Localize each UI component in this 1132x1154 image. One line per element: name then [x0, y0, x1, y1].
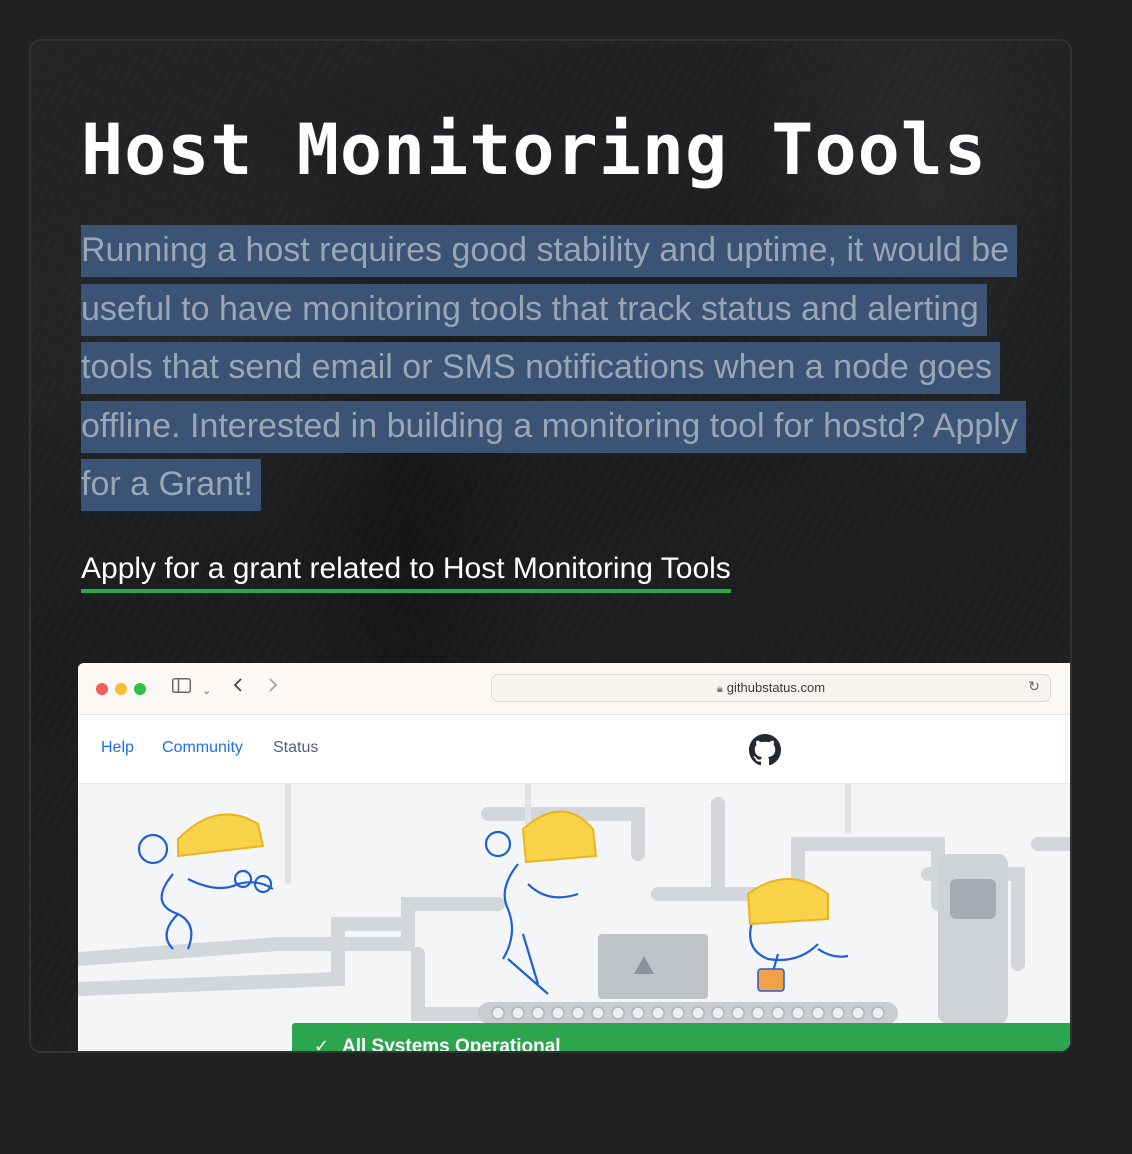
- card-description: Running a host requires good stability a…: [81, 221, 1041, 514]
- reload-icon: ↻: [1028, 679, 1040, 695]
- check-icon: ✓: [314, 1036, 330, 1053]
- browser-screenshot: ⌄ 🔒︎ githubstatus.com ↻ Help Community St…: [78, 663, 1070, 1053]
- url-text: githubstatus.com: [726, 680, 826, 695]
- status-banner: ✓ All Systems Operational: [292, 1023, 1070, 1053]
- site-header: Help Community Status: [78, 715, 1070, 784]
- maintenance-illustration: [78, 784, 1070, 1051]
- minimize-window-dot: [115, 683, 127, 695]
- status-banner-text: All Systems Operational: [342, 1036, 561, 1053]
- close-window-dot: [96, 683, 108, 695]
- selected-description-text: Running a host requires good stability a…: [81, 225, 1026, 511]
- browser-toolbar: ⌄ 🔒︎ githubstatus.com ↻: [78, 663, 1070, 715]
- nav-status-link: Status: [273, 739, 319, 756]
- lock-icon: 🔒︎: [716, 683, 723, 695]
- back-icon: [233, 677, 243, 699]
- sidebar-icon: [172, 677, 191, 699]
- chevron-down-icon: ⌄: [202, 684, 212, 697]
- forward-icon: [268, 677, 278, 699]
- card-title: Host Monitoring Tools: [81, 109, 988, 191]
- zoom-window-dot: [134, 683, 146, 695]
- apply-grant-link[interactable]: Apply for a grant related to Host Monito…: [81, 549, 731, 593]
- nav-help-link: Help: [101, 739, 134, 756]
- address-bar: 🔒︎ githubstatus.com ↻: [491, 674, 1051, 702]
- grant-card: Host Monitoring Tools Running a host req…: [29, 39, 1072, 1053]
- github-logo-icon: [749, 734, 781, 770]
- nav-community-link: Community: [162, 739, 243, 756]
